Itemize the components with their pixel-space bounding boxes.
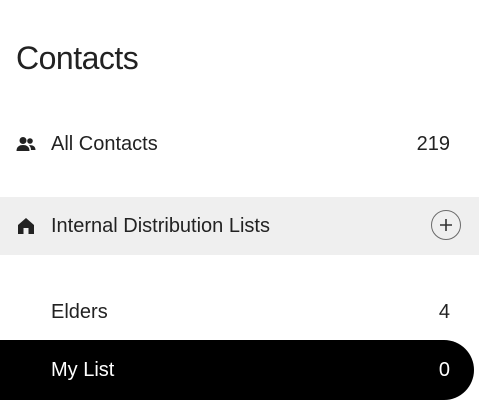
contact-count: 219 bbox=[416, 132, 450, 155]
list-item-elders[interactable]: Elders 4 bbox=[0, 282, 479, 342]
home-icon bbox=[16, 216, 36, 236]
list-item-count: 4 bbox=[438, 300, 450, 323]
list-item-label: Elders bbox=[51, 300, 108, 323]
section-internal-distribution-lists[interactable]: Internal Distribution Lists bbox=[0, 197, 479, 255]
list-item-label: My List bbox=[51, 358, 115, 381]
people-icon bbox=[16, 134, 36, 154]
list-item-my-list[interactable]: My List 0 bbox=[0, 340, 474, 400]
page-title: Contacts bbox=[16, 40, 139, 76]
plus-icon bbox=[440, 219, 452, 231]
add-list-button[interactable] bbox=[431, 210, 461, 240]
section-label: Internal Distribution Lists bbox=[51, 214, 270, 237]
sidebar-item-all-contacts[interactable]: All Contacts 219 bbox=[0, 114, 479, 174]
list-item-count: 0 bbox=[438, 358, 450, 381]
sidebar-item-label: All Contacts bbox=[51, 132, 158, 155]
